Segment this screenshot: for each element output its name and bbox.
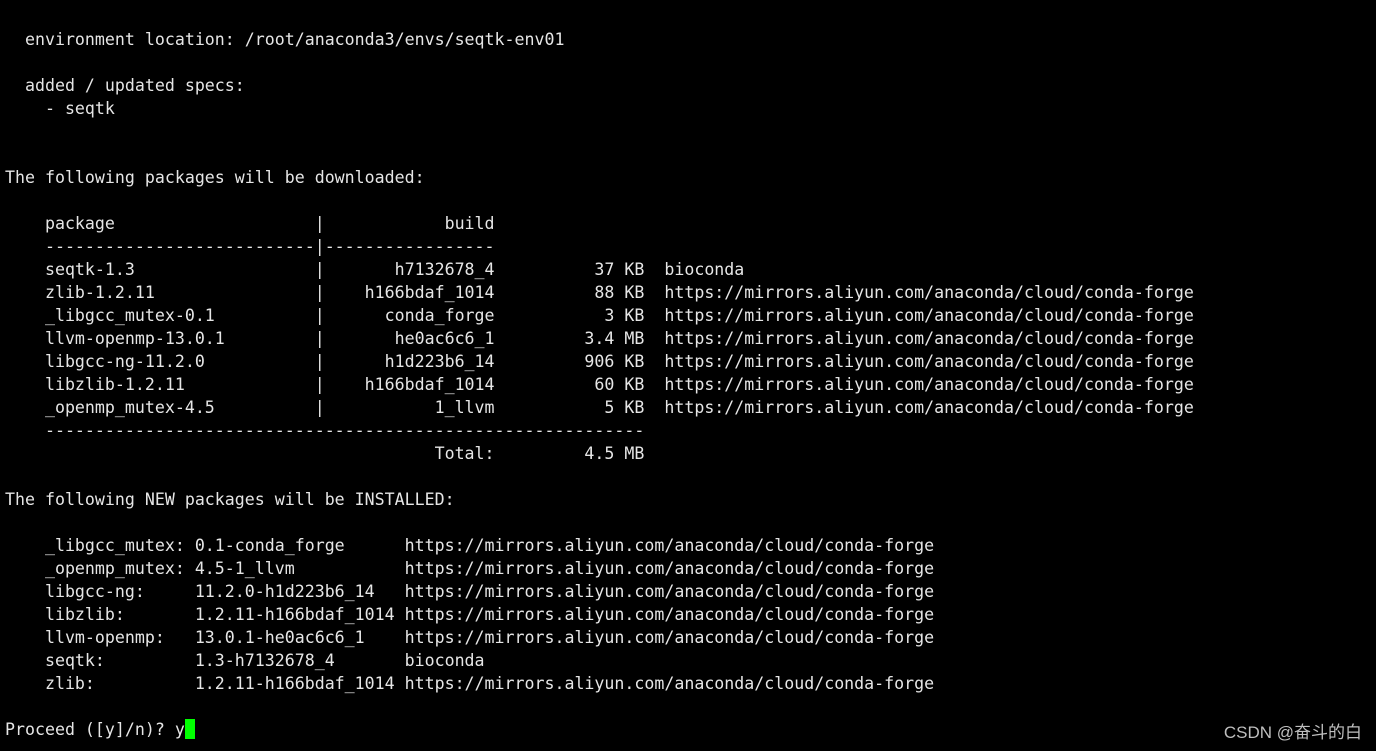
output-line: The following NEW packages will be INSTA… bbox=[5, 490, 455, 509]
output-line: The following packages will be downloade… bbox=[5, 168, 425, 187]
list-item: libgcc-ng: 11.2.0-h1d223b6_14 https://mi… bbox=[5, 582, 935, 601]
output-line: added / updated specs: bbox=[5, 76, 245, 95]
list-item: llvm-openmp: 13.0.1-he0ac6c6_1 https://m… bbox=[5, 628, 935, 647]
table-row: llvm-openmp-13.0.1 | he0ac6c6_1 3.4 MB h… bbox=[5, 329, 1194, 348]
output-line: - seqtk bbox=[5, 99, 115, 118]
list-item: seqtk: 1.3-h7132678_4 bioconda bbox=[5, 651, 485, 670]
prompt-line[interactable]: Proceed ([y]/n)? y bbox=[5, 718, 1365, 741]
table-divider: ---------------------------|------------… bbox=[5, 237, 495, 256]
list-item: _openmp_mutex: 4.5-1_llvm https://mirror… bbox=[5, 559, 935, 578]
table-row: _openmp_mutex-4.5 | 1_llvm 5 KB https://… bbox=[5, 398, 1194, 417]
watermark: CSDN @奋斗的白 bbox=[1223, 723, 1362, 742]
prompt-text: Proceed ([y]/n)? bbox=[5, 720, 175, 739]
table-divider: ----------------------------------------… bbox=[5, 421, 645, 440]
table-row: zlib-1.2.11 | h166bdaf_1014 88 KB https:… bbox=[5, 283, 1194, 302]
list-item: libzlib: 1.2.11-h166bdaf_1014 https://mi… bbox=[5, 605, 935, 624]
text-cursor bbox=[184, 719, 195, 739]
table-row: libzlib-1.2.11 | h166bdaf_1014 60 KB htt… bbox=[5, 375, 1194, 394]
table-row: _libgcc_mutex-0.1 | conda_forge 3 KB htt… bbox=[5, 306, 1194, 325]
table-row: seqtk-1.3 | h7132678_4 37 KB bioconda bbox=[5, 260, 745, 279]
prompt-input[interactable]: y bbox=[175, 720, 185, 739]
list-item: _libgcc_mutex: 0.1-conda_forge https://m… bbox=[5, 536, 935, 555]
list-item: zlib: 1.2.11-h166bdaf_1014 https://mirro… bbox=[5, 674, 935, 693]
terminal-output: environment location: /root/anaconda3/en… bbox=[5, 28, 1365, 741]
output-line: environment location: /root/anaconda3/en… bbox=[5, 30, 565, 49]
table-header: package | build bbox=[5, 214, 495, 233]
table-total: Total: 4.5 MB bbox=[5, 444, 645, 463]
table-row: libgcc-ng-11.2.0 | h1d223b6_14 906 KB ht… bbox=[5, 352, 1194, 371]
